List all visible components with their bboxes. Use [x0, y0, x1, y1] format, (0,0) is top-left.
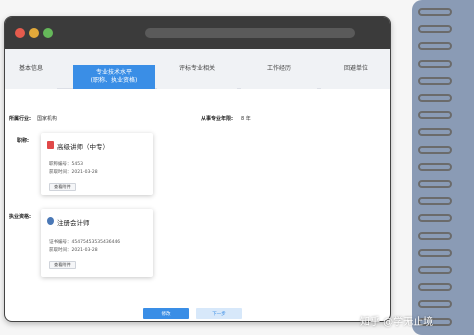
next-step-button[interactable]: 下一步	[196, 308, 242, 319]
badge-icon	[47, 217, 54, 225]
spiral-ring	[418, 94, 452, 102]
view-attachment-button[interactable]: 查看附件	[49, 183, 76, 191]
spiral-ring	[418, 111, 452, 120]
spiral-ring	[418, 42, 452, 51]
certificate-icon	[47, 141, 54, 149]
spiral-ring	[418, 25, 452, 34]
tab-professional-level[interactable]: 专业技术水平 (职称、执业资格)	[73, 65, 155, 89]
tab-work-history[interactable]: 工作经历	[241, 49, 317, 89]
spiral-ring	[418, 283, 452, 292]
tab-content: 所属行业: 国家机构 从事专业年限: 8 年 职称: 高级讲师（中专） 职称编号…	[5, 89, 390, 321]
industry-label: 所属行业:	[9, 116, 31, 122]
spiral-ring	[418, 300, 452, 309]
watermark: 知乎 @学无止境	[360, 317, 434, 328]
spiral-ring	[418, 128, 452, 137]
title-label: 职称:	[17, 138, 29, 144]
spiral-ring	[418, 197, 452, 206]
spiral-ring	[418, 59, 452, 68]
tab-label: 回避单位	[343, 65, 368, 72]
spiral-ring	[418, 266, 452, 274]
browser-window: 基本信息 专业技术水平 (职称、执业资格) 评标专业相关 工作经历 回避单位 所…	[4, 16, 391, 322]
spiral-ring	[418, 231, 452, 240]
tab-label: 工作经历	[266, 65, 291, 72]
close-window-dot[interactable]	[15, 28, 25, 38]
spiral-ring	[418, 214, 452, 223]
maximize-window-dot[interactable]	[43, 28, 53, 38]
title-card-title: 高级讲师（中专）	[57, 143, 109, 151]
certificate-number: 证书编号：45475453535436446	[49, 240, 121, 245]
years-label: 从事专业年限:	[201, 116, 234, 122]
spiral-ring	[418, 145, 452, 154]
address-bar[interactable]	[145, 28, 355, 38]
edit-button[interactable]: 修改	[143, 308, 189, 319]
qualification-card-title: 注册会计师	[57, 219, 90, 227]
qualification-label: 执业资格:	[9, 214, 31, 220]
tab-bar: 基本信息 专业技术水平 (职称、执业资格) 评标专业相关 工作经历 回避单位	[5, 49, 390, 89]
view-attachment-button[interactable]: 查看附件	[49, 261, 76, 269]
spiral-ring	[418, 180, 452, 188]
years-value: 8 年	[241, 116, 251, 122]
tab-label: 评标专业相关	[178, 65, 215, 72]
title-card: 高级讲师（中专） 职称编号：5453 获取时间：2021-03-28 查看附件	[41, 133, 153, 195]
qualification-card: 注册会计师 证书编号：45475453535436446 获取时间：2021-0…	[41, 209, 153, 277]
spiral-ring	[418, 248, 452, 257]
tab-bidding-specialty[interactable]: 评标专业相关	[157, 49, 237, 89]
tab-label: 专业技术水平 (职称、执业资格)	[90, 69, 138, 84]
window-titlebar	[5, 17, 390, 49]
tab-label: 基本信息	[18, 65, 43, 72]
certificate-date: 获取时间：2021-03-28	[49, 248, 98, 253]
tab-basic-info[interactable]: 基本信息	[5, 49, 57, 89]
title-date: 获取时间：2021-03-28	[49, 170, 98, 175]
title-number: 职称编号：5453	[49, 162, 83, 167]
spiral-ring	[418, 162, 452, 171]
spiral-ring	[418, 8, 452, 16]
tab-avoidance-units[interactable]: 回避单位	[321, 49, 390, 89]
spiral-ring	[418, 76, 452, 85]
minimize-window-dot[interactable]	[29, 28, 39, 38]
industry-value: 国家机构	[37, 116, 58, 122]
